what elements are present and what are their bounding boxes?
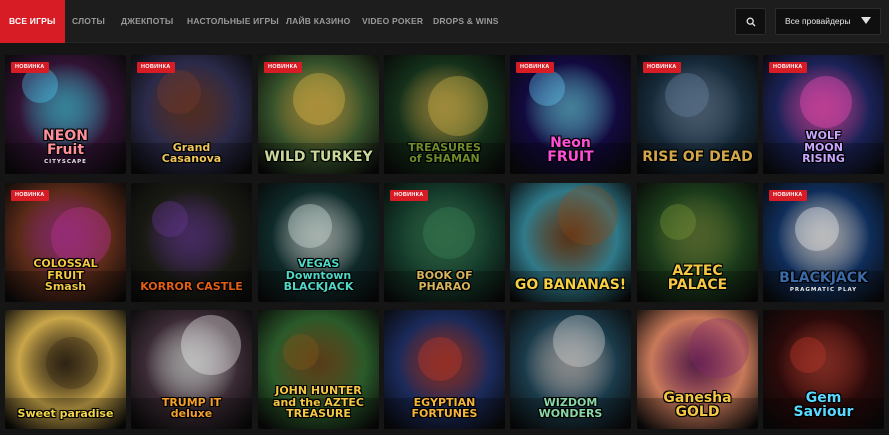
- game-title: WOLF MOON RISING: [802, 129, 845, 166]
- game-tile[interactable]: Gem Saviour: [763, 310, 884, 429]
- tab-jackpots[interactable]: ДЖЕКПОТЫ: [121, 0, 173, 43]
- new-badge: НОВИНКА: [516, 62, 554, 73]
- game-tile[interactable]: KORROR CASTLE: [131, 183, 252, 302]
- game-title: RISE OF DEAD: [642, 149, 753, 166]
- tab-drops-wins[interactable]: DROPS & WINS: [433, 0, 499, 43]
- game-title: TRUMP IT deluxe: [161, 395, 222, 421]
- provider-select-value: Все провайдеры: [785, 16, 851, 26]
- game-title: WIZDOM WONDERS: [538, 395, 603, 421]
- game-tile[interactable]: НОВИНКА RISE OF DEAD: [637, 55, 758, 174]
- game-title: AZTEC PALACE: [667, 262, 728, 294]
- provider-select[interactable]: Все провайдеры: [775, 8, 881, 35]
- game-tile[interactable]: Sweet paradise: [5, 310, 126, 429]
- game-tile[interactable]: НОВИНКА NEON Fruit CITYSCAPE: [5, 55, 126, 174]
- game-tile[interactable]: НОВИНКА Grand Casanova: [131, 55, 252, 174]
- game-title: Gem Saviour: [793, 389, 854, 421]
- game-title: COLOSSAL FRUIT Smash: [33, 257, 98, 294]
- game-title: Ganesha GOLD: [663, 389, 732, 421]
- tab-live-casino[interactable]: ЛАЙВ КАЗИНО: [286, 0, 350, 43]
- game-title: KORROR CASTLE: [140, 280, 243, 294]
- game-title: BOOK OF PHARAO: [416, 268, 473, 294]
- game-tile[interactable]: VEGAS Downtown BLACKJACK: [258, 183, 379, 302]
- game-title: VEGAS Downtown BLACKJACK: [283, 257, 354, 294]
- tab-all-games[interactable]: ВСЕ ИГРЫ: [0, 0, 65, 43]
- game-tile[interactable]: WIZDOM WONDERS: [510, 310, 631, 429]
- game-subtitle: PRAGMATIC PLAY: [789, 287, 858, 294]
- new-badge: НОВИНКА: [390, 190, 428, 201]
- game-title: NEON Fruit: [43, 127, 88, 159]
- top-navigation-bar: ВСЕ ИГРЫ СЛОТЫ ДЖЕКПОТЫ НАСТОЛЬНЫЕ ИГРЫ …: [0, 0, 889, 43]
- tab-slots[interactable]: СЛОТЫ: [72, 0, 105, 43]
- new-badge: НОВИНКА: [769, 62, 807, 73]
- game-title: Grand Casanova: [161, 140, 222, 166]
- game-tile[interactable]: НОВИНКА WILD TURKEY: [258, 55, 379, 174]
- game-tile[interactable]: НОВИНКА BOOK OF PHARAO: [384, 183, 505, 302]
- search-button[interactable]: [735, 8, 766, 35]
- new-badge: НОВИНКА: [264, 62, 302, 73]
- tab-video-poker[interactable]: VIDEO POKER: [362, 0, 423, 43]
- game-title: BLACKJACK: [779, 270, 868, 287]
- game-tile[interactable]: TREASURES of SHAMAN: [384, 55, 505, 174]
- game-tile[interactable]: Ganesha GOLD: [637, 310, 758, 429]
- new-badge: НОВИНКА: [643, 62, 681, 73]
- game-title: JOHN HUNTER and the AZTEC TREASURE: [273, 384, 364, 421]
- game-tile[interactable]: НОВИНКА BLACKJACK PRAGMATIC PLAY: [763, 183, 884, 302]
- new-badge: НОВИНКА: [769, 190, 807, 201]
- game-tile[interactable]: EGYPTIAN FORTUNES: [384, 310, 505, 429]
- search-icon: [746, 17, 755, 26]
- new-badge: НОВИНКА: [11, 62, 49, 73]
- game-title: GO BANANAS!: [514, 277, 627, 294]
- game-title: Sweet paradise: [17, 407, 114, 421]
- game-subtitle: CITYSCAPE: [44, 159, 87, 166]
- chevron-down-icon: [861, 17, 871, 24]
- game-tile[interactable]: TRUMP IT deluxe: [131, 310, 252, 429]
- game-tile[interactable]: JOHN HUNTER and the AZTEC TREASURE: [258, 310, 379, 429]
- game-title: Neon FRUIT: [547, 134, 594, 166]
- game-tile[interactable]: AZTEC PALACE: [637, 183, 758, 302]
- new-badge: НОВИНКА: [137, 62, 175, 73]
- game-title: TREASURES of SHAMAN: [408, 140, 481, 166]
- game-tile[interactable]: НОВИНКА Neon FRUIT: [510, 55, 631, 174]
- tab-table-games[interactable]: НАСТОЛЬНЫЕ ИГРЫ: [187, 0, 279, 43]
- new-badge: НОВИНКА: [11, 190, 49, 201]
- game-tile[interactable]: GO BANANAS!: [510, 183, 631, 302]
- game-tile[interactable]: НОВИНКА WOLF MOON RISING: [763, 55, 884, 174]
- game-title: WILD TURKEY: [264, 149, 373, 166]
- game-title: EGYPTIAN FORTUNES: [411, 395, 478, 421]
- game-tile[interactable]: НОВИНКА COLOSSAL FRUIT Smash: [5, 183, 126, 302]
